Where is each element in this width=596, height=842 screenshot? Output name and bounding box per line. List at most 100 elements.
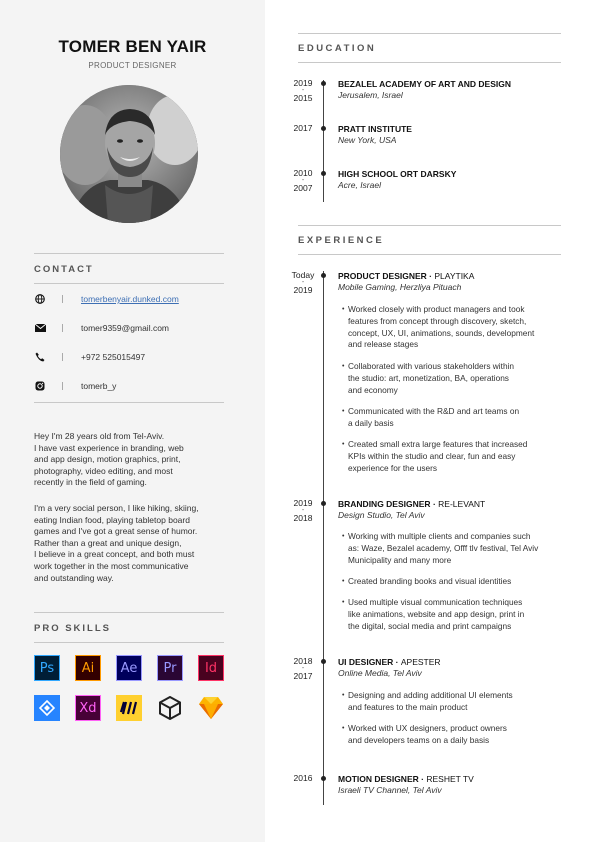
bullet-line: Designing and adding additional UI eleme…: [348, 690, 513, 700]
about-line: I believe in a great concept, and both m…: [34, 549, 195, 560]
education-place: Jerusalem, Israel: [338, 90, 403, 100]
education-school: BEZALEL ACADEMY OF ART AND DESIGN: [338, 79, 511, 89]
bullet-line: Used multiple visual communication techn…: [348, 597, 523, 607]
year-start: 2016: [293, 773, 313, 783]
bullet-line: Collaborated with various stakeholders w…: [348, 361, 515, 371]
jira-icon: [34, 695, 60, 721]
skill-label: Id: [204, 660, 218, 676]
bullet-line: Worked closely with product managers and…: [348, 304, 525, 314]
experience-place: Online Media, Tel Aviv: [338, 668, 422, 678]
contact-phone: +972 525015497: [34, 350, 224, 364]
timeline-dot: [321, 126, 326, 131]
about-line: games and I've got a great sense of humo…: [34, 526, 198, 537]
year-end: 2019: [293, 285, 313, 295]
year-end: 2018: [293, 513, 313, 523]
about-line: Rather than a great and unique design,: [34, 537, 182, 548]
experience-role: UI DESIGNER · APESTER: [338, 657, 441, 667]
bullet-line: as: Waze, Bezalel academy, Offf tlv fest…: [348, 542, 539, 553]
role-text: PRODUCT DESIGNER: [338, 271, 427, 281]
website-link[interactable]: tomerbenyair.dunked.com: [81, 294, 179, 304]
experience-role: PRODUCT DESIGNER · PLAYTIKA: [338, 271, 474, 281]
experience-bullet: Created branding books and visual identi…: [342, 576, 557, 588]
miro-icon: [116, 695, 142, 721]
education-place: New York, USA: [338, 135, 397, 145]
year-start: 2017: [293, 123, 313, 133]
education-school: PRATT INSTITUTE: [338, 124, 412, 134]
bullet-line: like animations, website and app design,…: [348, 608, 525, 619]
about-paragraph-1: Hey I'm 28 years old from Tel-Aviv. I ha…: [34, 431, 234, 489]
about-line: Hey I'm 28 years old from Tel-Aviv.: [34, 431, 165, 441]
about-line: I'm a very social person, I like hiking,…: [34, 503, 199, 513]
year-end: 2015: [293, 93, 313, 103]
timeline-dot: [321, 273, 326, 278]
experience-years: Today -2019: [291, 270, 315, 295]
bullet-line: the studio: art, monetization, BA, opera…: [348, 372, 509, 383]
about-line: I have vast experience in branding, web: [34, 442, 184, 453]
bullet-line: Worked with UX designers, product owners: [348, 723, 507, 733]
experience-bullet: Designing and adding additional UI eleme…: [342, 690, 557, 714]
about-line: recently in the field of gaming.: [34, 477, 147, 488]
separator-dot: ·: [421, 774, 424, 784]
education-place: Acre, Israel: [338, 180, 381, 190]
company-text: PLAYTIKA: [434, 271, 475, 281]
experience-role: BRANDING DESIGNER · RE-LEVANT: [338, 499, 485, 509]
experience-timeline: [323, 271, 324, 805]
experience-bullet: Communicated with the R&D and art teams …: [342, 406, 557, 430]
instagram-icon: [34, 380, 46, 392]
indesign-icon: Id: [198, 655, 224, 681]
separator-dot: ·: [432, 499, 436, 509]
bullet-line: KPIs within the studio and clear, fun an…: [348, 450, 516, 461]
contact-email: tomer9359@gmail.com: [34, 321, 224, 335]
divider: [34, 642, 224, 643]
about-line: photography, video editing, and most: [34, 465, 173, 476]
bullet-line: and features to the main product: [348, 701, 468, 712]
education-title: EDUCATION: [298, 43, 377, 54]
about-paragraph-2: I'm a very social person, I like hiking,…: [34, 503, 234, 584]
xd-icon: Xd: [75, 695, 101, 721]
profile-role: PRODUCT DESIGNER: [88, 61, 177, 70]
education-years: 2019-2015: [293, 78, 313, 103]
about-line: eating Indian food, playing tabletop boa…: [34, 514, 190, 525]
divider: [298, 33, 561, 34]
divider: [298, 225, 561, 226]
experience-years: 2018-2017: [293, 656, 313, 681]
after-effects-icon: Ae: [116, 655, 142, 681]
bullet-line: experience for the users: [348, 462, 438, 473]
year-end: 2007: [293, 183, 313, 193]
experience-bullet: Created small extra large features that …: [342, 439, 557, 474]
experience-bullet: Working with multiple clients and compan…: [342, 531, 557, 566]
timeline-dot: [321, 171, 326, 176]
about-line: and outstanding way.: [34, 572, 114, 583]
timeline-dot: [321, 776, 326, 781]
divider: [34, 253, 224, 254]
instagram-text: tomerb_y: [81, 381, 117, 391]
divider: [34, 402, 224, 403]
separator: [62, 353, 63, 361]
contact-instagram: tomerb_y: [34, 379, 224, 393]
bullet-line: Working with multiple clients and compan…: [348, 531, 531, 541]
phone-icon: [34, 351, 46, 363]
separator-dot: ·: [395, 657, 399, 667]
year-end: 2017: [293, 671, 313, 681]
role-text: MOTION DESIGNER: [338, 774, 419, 784]
bullet-line: features from concept through discovery,…: [348, 315, 527, 326]
experience-bullet: Worked with UX designers, product owners…: [342, 723, 557, 747]
photoshop-icon: Ps: [34, 655, 60, 681]
experience-bullet: Worked closely with product managers and…: [342, 304, 557, 351]
experience-place: Mobile Gaming, Herzliya Pituach: [338, 282, 462, 292]
education-years: 2010-2007: [293, 168, 313, 193]
experience-role: MOTION DESIGNER · RESHET TV: [338, 774, 474, 784]
separator: [62, 382, 63, 390]
bullet-line: Communicated with the R&D and art teams …: [348, 406, 520, 416]
experience-place: Israeli TV Channel, Tel Aviv: [338, 785, 442, 795]
premiere-icon: Pr: [157, 655, 183, 681]
bullet-line: and developers teams on a daily basis: [348, 734, 490, 745]
experience-bullet: Used multiple visual communication techn…: [342, 597, 557, 632]
bullet-line: Created branding books and visual identi…: [348, 576, 512, 586]
bullet-line: and release stages: [348, 339, 419, 350]
contact-website[interactable]: tomerbenyair.dunked.com: [34, 292, 224, 306]
experience-years: 2019-2018: [293, 498, 313, 523]
bullet-line: the digital, social media and print camp…: [348, 620, 512, 631]
unity-icon: [157, 695, 183, 721]
skills-title: PRO SKILLS: [34, 623, 112, 634]
